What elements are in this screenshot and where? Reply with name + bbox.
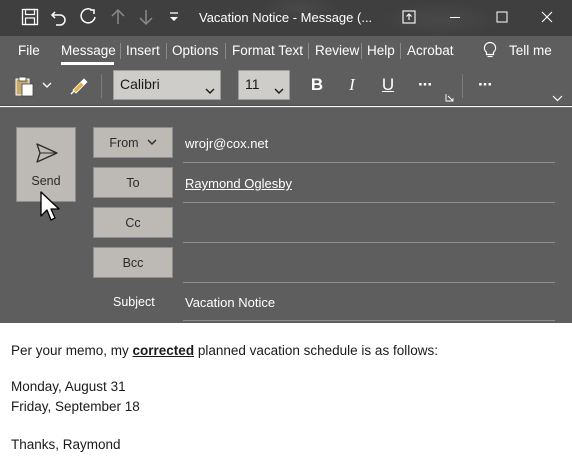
cc-label: Cc [125,215,141,230]
send-icon [36,143,58,168]
menu-divider [225,43,226,59]
tab-insert[interactable]: Insert [126,43,160,58]
ribbon-tabs: File Message Insert Options Format Text … [0,36,572,66]
save-icon[interactable] [19,6,41,28]
field-divider [183,162,555,163]
more-formatting-button[interactable]: ··· [410,72,440,98]
bcc-label: Bcc [122,255,144,270]
tab-message[interactable]: Message [61,43,116,58]
ribbon-display-icon[interactable] [392,4,426,30]
from-button[interactable]: From [93,127,173,158]
more-commands-button[interactable]: ··· [470,72,500,98]
to-recipient[interactable]: Raymond Oglesby [185,176,292,191]
chevron-down-icon [147,139,157,146]
redo-icon[interactable] [77,6,99,28]
body-emphasis: corrected [132,343,195,358]
maximize-icon[interactable] [485,4,519,30]
body-date-2: Friday, September 18 [11,399,140,414]
font-name-value: Calibri [120,76,160,92]
subject-field[interactable]: Vacation Notice [185,295,275,310]
chevron-down-icon [274,82,284,98]
window-title: Vacation Notice - Message (... [199,10,373,25]
tab-acrobat[interactable]: Acrobat [407,43,454,58]
tab-format-text[interactable]: Format Text [232,43,303,58]
format-painter-icon[interactable] [68,75,90,97]
collapse-ribbon-icon[interactable] [551,93,563,103]
menu-divider [120,43,121,59]
field-divider [183,242,555,243]
ribbon-divider [462,74,463,98]
minimize-icon[interactable] [438,4,472,30]
title-bar: Vacation Notice - Message (... [0,0,572,36]
tell-me-search[interactable]: Tell me [509,43,552,58]
menu-divider [400,43,401,59]
customize-qat-icon[interactable] [163,6,185,28]
bcc-button[interactable]: Bcc [93,247,173,278]
tab-options[interactable]: Options [172,43,219,58]
menu-divider [361,43,362,59]
paste-dropdown-icon[interactable] [41,79,53,91]
body-paragraph: Per your memo, my corrected planned vaca… [11,343,438,358]
paste-icon[interactable] [12,74,36,98]
body-date-1: Monday, August 31 [11,379,126,394]
field-divider [183,282,555,283]
menu-divider [166,43,167,59]
tab-review[interactable]: Review [315,43,359,58]
subject-label: Subject [113,295,155,309]
cc-button[interactable]: Cc [93,207,173,238]
from-value[interactable]: wrojr@cox.net [185,136,268,151]
ribbon-divider [101,74,102,98]
underline-button[interactable]: U [375,72,401,98]
font-name-select[interactable]: Calibri [113,70,221,100]
message-body[interactable]: Per your memo, my corrected planned vaca… [0,323,572,475]
menu-divider [308,43,309,59]
lightbulb-icon[interactable] [479,39,501,61]
bold-button[interactable]: B [304,72,330,98]
body-text: Per your memo, my [11,343,133,358]
mouse-cursor-icon [40,191,62,228]
from-label: From [109,135,139,150]
chevron-down-icon [205,82,215,98]
arrow-up-icon[interactable] [107,6,129,28]
message-header: Send From wrojr@cox.net To Raymond Ogles… [0,107,572,323]
tab-help[interactable]: Help [367,43,395,58]
field-divider [183,320,555,321]
body-text: planned vacation schedule is as follows: [194,343,438,358]
to-label: To [126,175,140,190]
italic-button[interactable]: I [339,72,365,98]
body-signoff: Thanks, Raymond [11,437,121,452]
field-divider [183,202,555,203]
to-button[interactable]: To [93,167,173,198]
tab-file[interactable]: File [18,43,40,58]
active-tab-indicator [61,62,114,65]
close-icon[interactable] [530,4,564,30]
undo-icon[interactable] [48,6,70,28]
send-label: Send [31,174,61,188]
arrow-down-icon[interactable] [135,6,157,28]
font-size-value: 11 [245,76,260,92]
font-size-select[interactable]: 11 [238,70,290,100]
ribbon-toolbar: Calibri 11 B I U ··· ··· [0,66,572,106]
dialog-launcher-icon[interactable] [444,92,454,102]
